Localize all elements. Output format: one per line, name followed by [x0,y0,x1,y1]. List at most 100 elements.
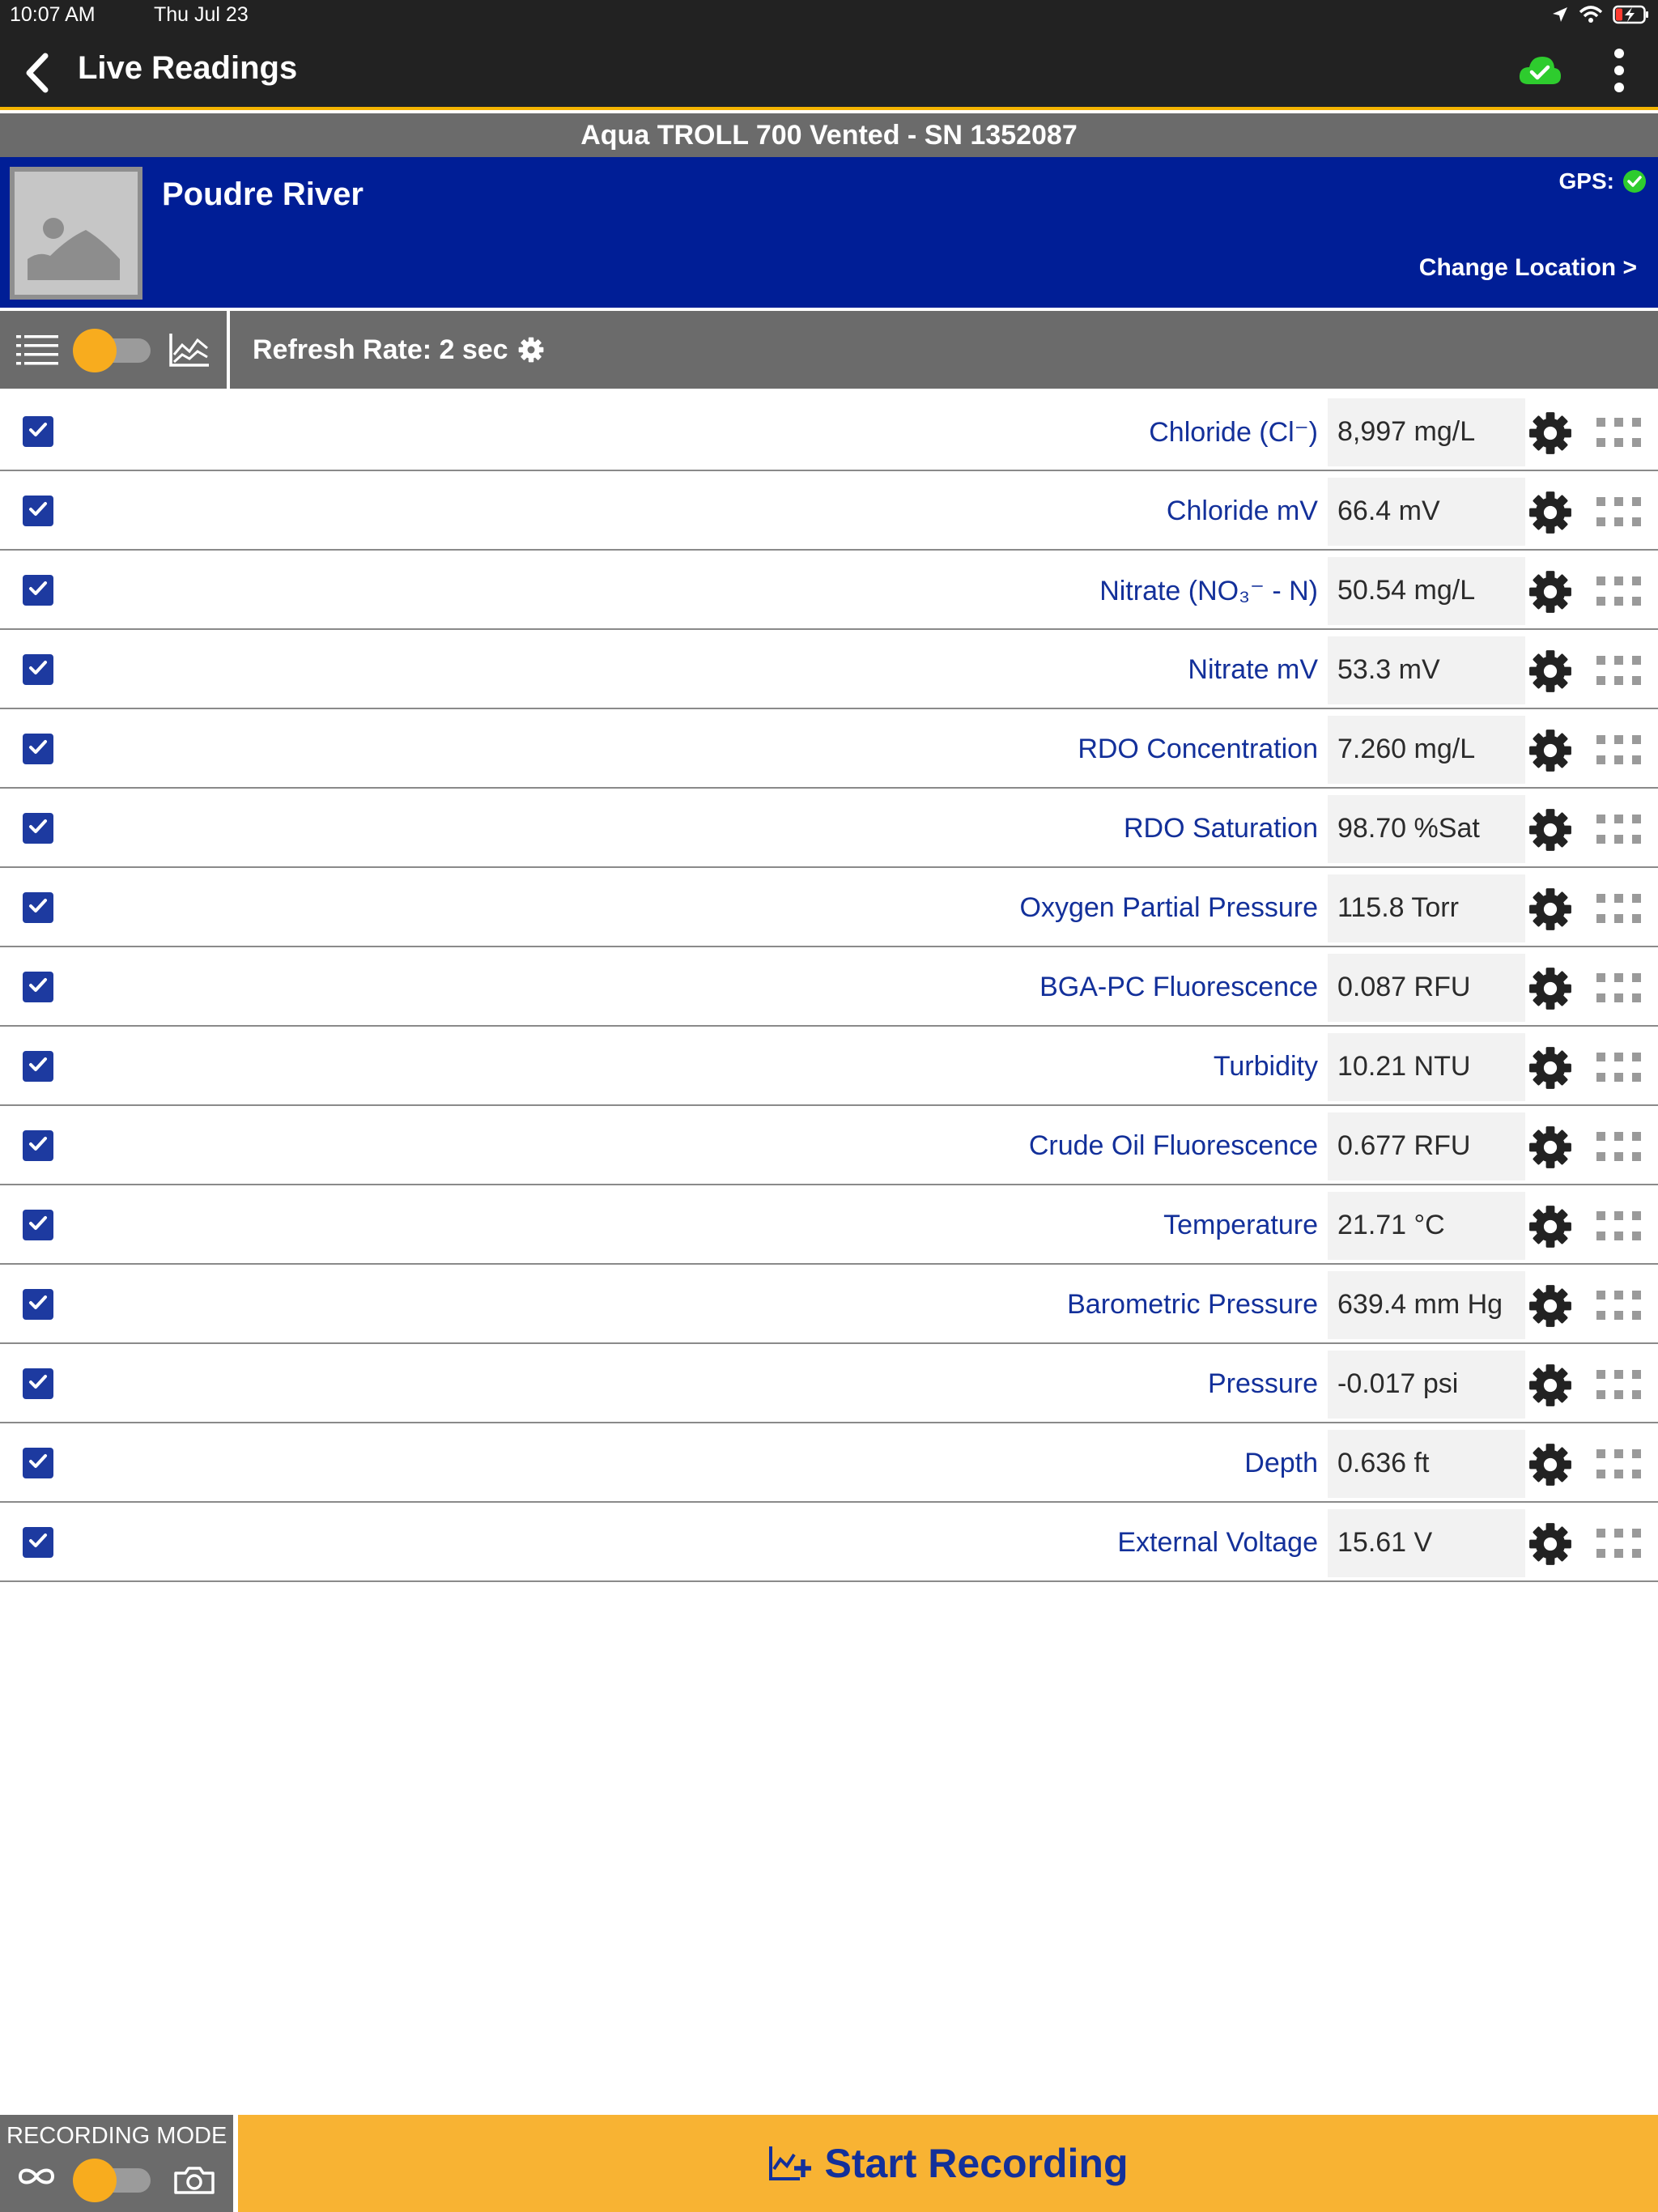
parameter-row[interactable]: Depth 0.636 ft [0,1423,1658,1503]
reorder-handle[interactable] [1596,973,1642,1002]
parameter-checkbox[interactable] [23,1448,53,1478]
continuous-mode-button[interactable] [16,2165,57,2192]
parameter-settings-button[interactable] [1528,729,1572,772]
reorder-handle[interactable] [1596,735,1642,764]
drag-handle-icon [1596,1529,1642,1561]
parameter-settings-button[interactable] [1528,491,1572,534]
parameter-name: Crude Oil Fluorescence [1028,1130,1318,1161]
parameter-row[interactable]: External Voltage 15.61 V [0,1503,1658,1582]
parameter-name: Oxygen Partial Pressure [1019,892,1319,923]
reorder-handle[interactable] [1596,1053,1642,1082]
add-chart-icon [769,2146,812,2180]
reading-value: 0.677 RFU [1337,1130,1471,1161]
view-mode-toggle[interactable] [73,329,151,372]
parameter-name: Nitrate mV [1188,654,1318,685]
parameter-checkbox[interactable] [23,1051,53,1082]
recording-mode-toggle[interactable] [73,2159,151,2202]
parameter-settings-button[interactable] [1528,967,1572,1010]
parameter-settings-button[interactable] [1528,808,1572,852]
parameter-name: External Voltage [1117,1527,1318,1558]
parameter-settings-button[interactable] [1528,1522,1572,1566]
reading-value: -0.017 psi [1337,1368,1459,1399]
parameter-row[interactable]: Chloride mV 66.4 mV [0,471,1658,551]
checkmark-icon [26,815,50,843]
checkmark-icon [26,894,50,922]
parameter-settings-button[interactable] [1528,411,1572,455]
parameter-checkbox[interactable] [23,1130,53,1161]
drag-handle-icon [1596,1211,1642,1244]
refresh-rate-button[interactable]: Refresh Rate: 2 sec [253,311,544,389]
parameter-row[interactable]: Chloride (Cl⁻) 8,997 mg/L [0,392,1658,471]
parameter-row[interactable]: Nitrate (NO₃⁻ - N) 50.54 mg/L [0,551,1658,630]
parameter-checkbox[interactable] [23,575,53,606]
parameter-checkbox[interactable] [23,1210,53,1240]
parameter-checkbox[interactable] [23,654,53,685]
parameter-name: Chloride (Cl⁻) [1149,417,1318,448]
parameter-row[interactable]: Pressure -0.017 psi [0,1344,1658,1423]
location-photo[interactable] [10,167,142,300]
reading-value: 0.087 RFU [1337,972,1471,1002]
parameter-row[interactable]: BGA-PC Fluorescence 0.087 RFU [0,947,1658,1027]
checkmark-icon [26,1291,50,1319]
view-mode-controls [0,311,230,389]
parameter-checkbox[interactable] [23,1368,53,1399]
gear-icon [1528,730,1572,776]
back-button[interactable] [19,50,55,96]
checkmark-icon [26,1529,50,1557]
checkmark-icon [26,1132,50,1160]
parameter-row[interactable]: RDO Saturation 98.70 %Sat [0,789,1658,868]
gear-icon [1528,1444,1572,1490]
recording-mode-panel: RECORDING MODE [0,2115,233,2212]
reorder-handle[interactable] [1596,1529,1642,1558]
parameter-checkbox[interactable] [23,1289,53,1320]
reorder-handle[interactable] [1596,1291,1642,1320]
parameter-settings-button[interactable] [1528,1046,1572,1090]
parameter-checkbox[interactable] [23,416,53,447]
parameter-row[interactable]: Turbidity 10.21 NTU [0,1027,1658,1106]
parameter-settings-button[interactable] [1528,1125,1572,1169]
checkmark-icon [26,656,50,684]
parameter-row[interactable]: Crude Oil Fluorescence 0.677 RFU [0,1106,1658,1185]
parameter-checkbox[interactable] [23,892,53,923]
parameter-checkbox[interactable] [23,972,53,1002]
reorder-handle[interactable] [1596,418,1642,447]
parameter-name: RDO Concentration [1078,734,1318,764]
chart-view-button[interactable] [168,332,210,372]
parameter-settings-button[interactable] [1528,1443,1572,1487]
parameter-checkbox[interactable] [23,813,53,844]
change-location-link[interactable]: Change Location > [1419,254,1637,282]
checkmark-icon [26,1449,50,1478]
cloud-sync-button[interactable] [1517,52,1562,89]
parameter-row[interactable]: Oxygen Partial Pressure 115.8 Torr [0,868,1658,947]
location-name: Poudre River [162,177,363,212]
reorder-handle[interactable] [1596,1132,1642,1161]
start-recording-button[interactable]: Start Recording [238,2115,1658,2212]
reorder-handle[interactable] [1596,497,1642,526]
parameter-settings-button[interactable] [1528,1284,1572,1328]
reorder-handle[interactable] [1596,576,1642,606]
reorder-handle[interactable] [1596,894,1642,923]
parameter-checkbox[interactable] [23,734,53,764]
reorder-handle[interactable] [1596,1211,1642,1240]
reading-value-box: -0.017 psi [1328,1351,1525,1419]
reorder-handle[interactable] [1596,815,1642,844]
parameter-checkbox[interactable] [23,1527,53,1558]
parameter-row[interactable]: Barometric Pressure 639.4 mm Hg [0,1265,1658,1344]
parameter-checkbox[interactable] [23,496,53,526]
parameter-settings-button[interactable] [1528,1205,1572,1249]
toggle-knob [73,2159,117,2202]
parameter-row[interactable]: Temperature 21.71 °C [0,1185,1658,1265]
more-options-button[interactable] [1605,47,1634,94]
parameter-row[interactable]: Nitrate mV 53.3 mV [0,630,1658,709]
reorder-handle[interactable] [1596,656,1642,685]
checkmark-icon [26,497,50,525]
parameter-settings-button[interactable] [1528,1363,1572,1407]
reorder-handle[interactable] [1596,1370,1642,1399]
list-view-button[interactable] [16,334,58,372]
parameter-settings-button[interactable] [1528,649,1572,693]
parameter-settings-button[interactable] [1528,570,1572,614]
reorder-handle[interactable] [1596,1449,1642,1478]
parameter-row[interactable]: RDO Concentration 7.260 mg/L [0,709,1658,789]
parameter-settings-button[interactable] [1528,887,1572,931]
snapshot-mode-button[interactable] [173,2167,215,2198]
